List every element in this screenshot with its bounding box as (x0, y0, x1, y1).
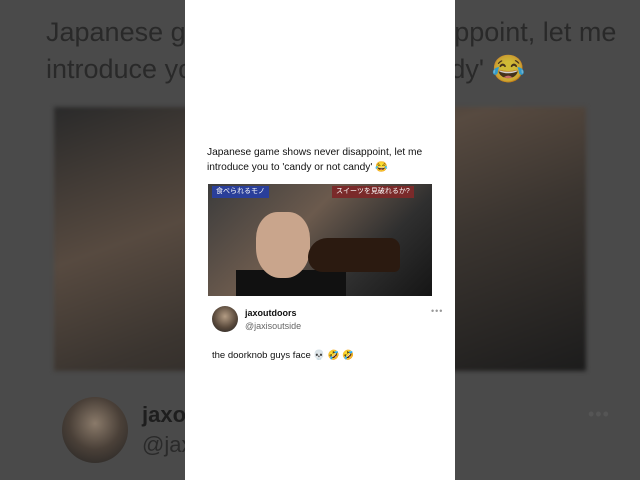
reply-author-name[interactable]: jaxoutdoors (245, 308, 297, 318)
video-caption-left: 食べられるモノ (212, 186, 269, 198)
post-text: Japanese game shows never disappoint, le… (207, 147, 423, 173)
video-caption-right: スイーツを見破れるか? (332, 186, 414, 198)
avatar[interactable] (212, 306, 238, 332)
more-options-icon[interactable]: ••• (431, 306, 443, 316)
video-thumbnail[interactable]: 食べられるモノ スイーツを見破れるか? (208, 184, 432, 296)
background-more-icon: ••• (588, 404, 610, 424)
video-face (256, 212, 310, 278)
post-card: Japanese game shows never disappoint, le… (185, 0, 455, 480)
reply-author-handle[interactable]: @jaxisoutside (245, 321, 301, 331)
background-author-name: jaxo (142, 402, 187, 427)
video-shoe (308, 238, 400, 272)
reply-text: the doorknob guys face 💀 🤣 🤣 (212, 350, 355, 361)
background-avatar (62, 397, 128, 463)
